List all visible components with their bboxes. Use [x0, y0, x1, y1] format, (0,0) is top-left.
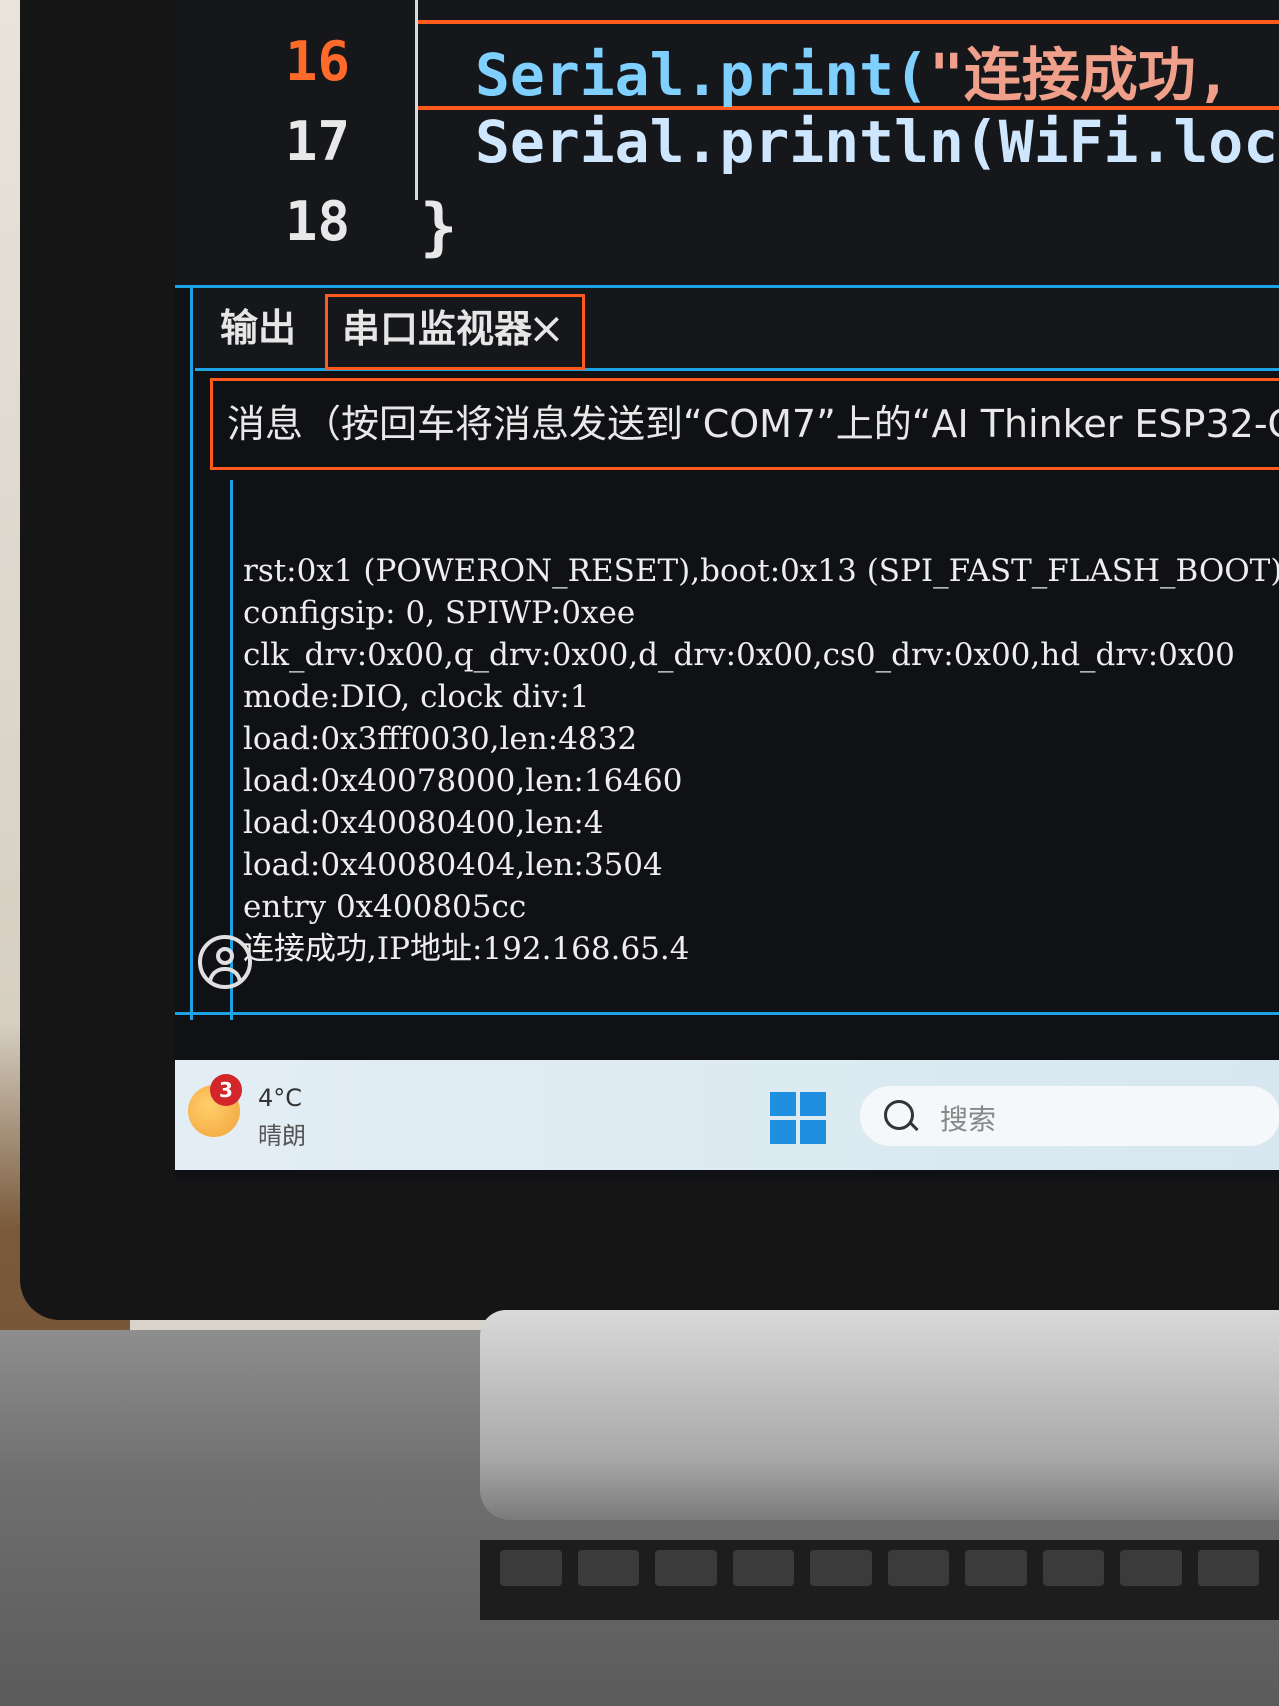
serial-line: load:0x3fff0030,len:4832	[243, 721, 638, 757]
serial-line: configsip: 0, SPIWP:0xee	[243, 595, 636, 631]
line-number: 18	[285, 190, 351, 253]
key	[500, 1550, 562, 1586]
indent-guide	[415, 0, 418, 200]
key	[965, 1550, 1027, 1586]
panel-tab-bar: 输出 串口监视器 ×	[195, 288, 1279, 371]
keyboard-row	[480, 1540, 1279, 1620]
code-string: "连接成功,	[928, 41, 1231, 109]
serial-line: entry 0x400805cc	[243, 889, 527, 925]
close-icon[interactable]: ×	[528, 297, 565, 361]
serial-line: load:0x40078000,len:16460	[243, 763, 683, 799]
taskbar-search[interactable]: 搜索	[860, 1086, 1279, 1146]
line-number: 16	[285, 30, 351, 93]
key	[1042, 1550, 1104, 1586]
windows-start-icon[interactable]	[770, 1092, 826, 1144]
key	[810, 1550, 872, 1586]
serial-line: 连接成功,IP地址:192.168.65.4	[243, 931, 690, 967]
code-line-17[interactable]: Serial.println(WiFi.loc	[475, 108, 1278, 176]
serial-message-input[interactable]: 消息（按回车将消息发送到“COM7”上的“AI Thinker ESP32-CA…	[210, 378, 1279, 470]
search-placeholder: 搜索	[940, 1103, 997, 1136]
key	[732, 1550, 794, 1586]
weather-condition[interactable]: 晴朗	[258, 1116, 306, 1151]
laptop-screen: 16 Serial.print("连接成功, 17 Serial.println…	[175, 0, 1279, 1180]
code-line-16[interactable]: Serial.print("连接成功,	[475, 28, 1231, 112]
serial-line: rst:0x1 (POWERON_RESET),boot:0x13 (SPI_F…	[243, 553, 1279, 589]
status-divider	[175, 1012, 1279, 1015]
weather-temperature[interactable]: 4°C	[258, 1084, 302, 1112]
tab-output[interactable]: 输出	[220, 302, 296, 354]
key	[1120, 1550, 1182, 1586]
line-number: 17	[285, 110, 351, 173]
notification-badge: 3	[210, 1074, 242, 1106]
key	[887, 1550, 949, 1586]
serial-output: rst:0x1 (POWERON_RESET),boot:0x13 (SPI_F…	[198, 480, 1279, 1020]
account-icon[interactable]	[198, 935, 252, 989]
search-icon	[884, 1100, 914, 1130]
key	[1197, 1550, 1259, 1586]
code-line-18[interactable]: }	[420, 190, 457, 263]
code-editor[interactable]: 16 Serial.print("连接成功, 17 Serial.println…	[175, 0, 1279, 288]
tab-serial-monitor[interactable]: 串口监视器 ×	[325, 294, 585, 370]
serial-line: load:0x40080404,len:3504	[243, 847, 663, 883]
serial-line: clk_drv:0x00,q_drv:0x00,d_drv:0x00,cs0_d…	[243, 637, 1235, 673]
serial-line: load:0x40080400,len:4	[243, 805, 604, 841]
taskbar: 3 4°C 晴朗 搜索	[175, 1060, 1279, 1170]
key	[655, 1550, 717, 1586]
laptop-hinge	[480, 1310, 1279, 1520]
key	[577, 1550, 639, 1586]
tab-serial-monitor-label: 串口监视器	[342, 307, 533, 351]
serial-line: mode:DIO, clock div:1	[243, 679, 590, 715]
